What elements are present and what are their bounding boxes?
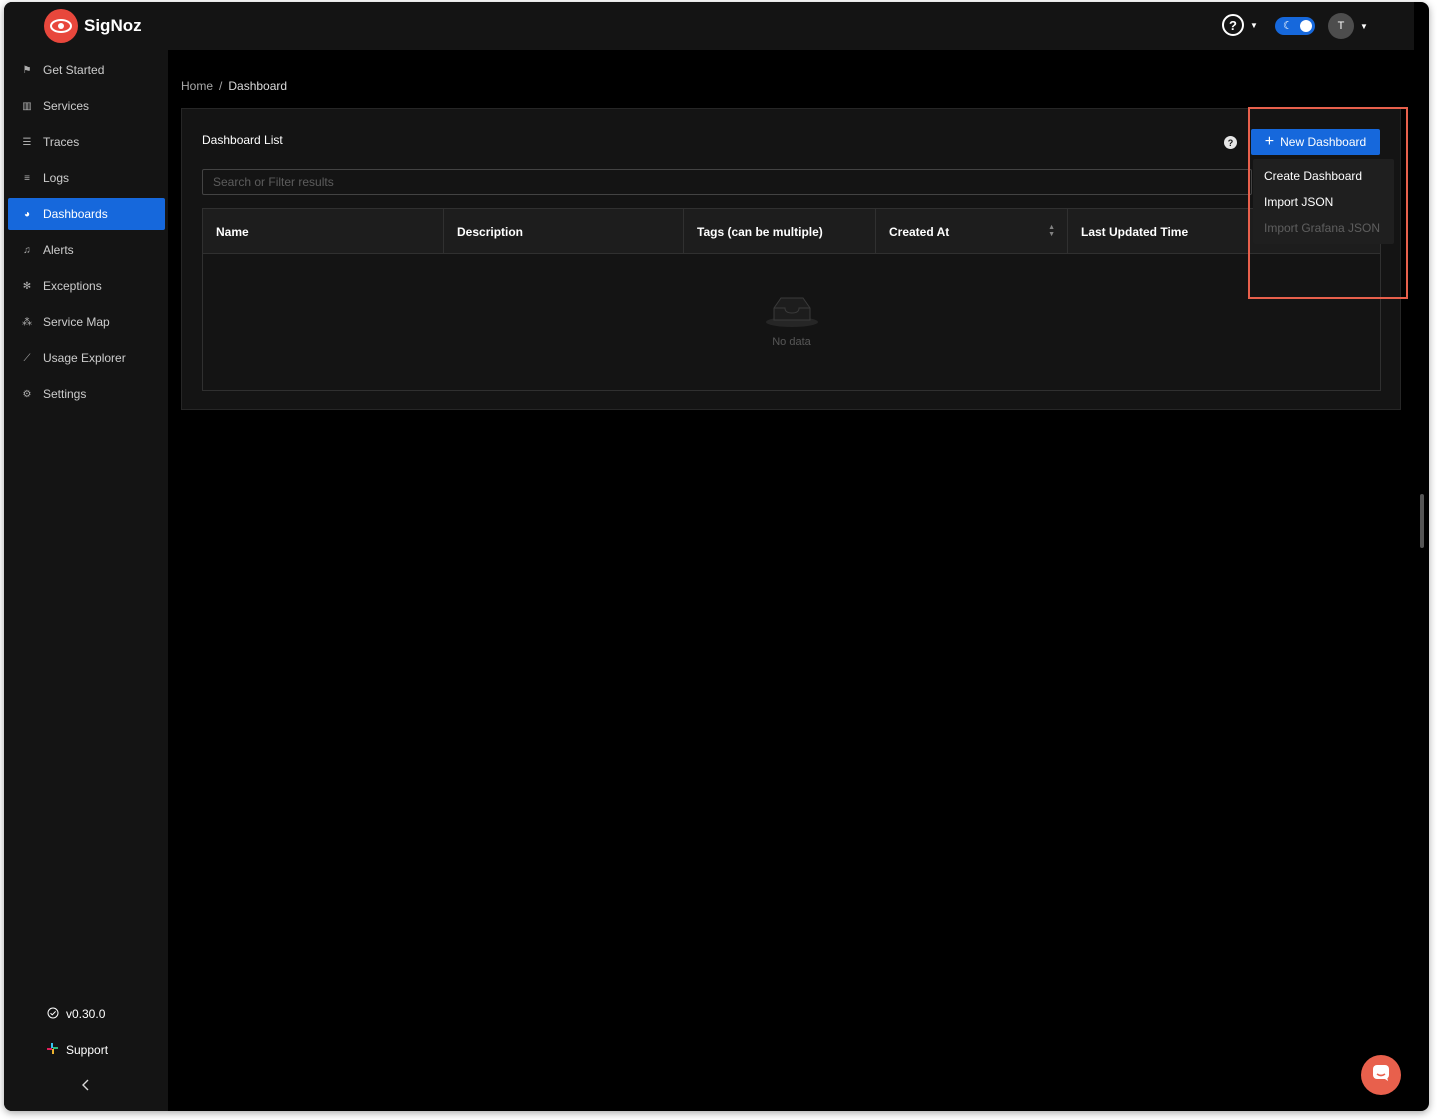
chevron-left-icon	[81, 1078, 91, 1094]
sidebar-item-exceptions[interactable]: ✻ Exceptions	[8, 270, 165, 302]
card-title: Dashboard List	[202, 133, 283, 147]
help-menu[interactable]: ? ▼	[1222, 14, 1258, 36]
sidebar-item-label: Logs	[43, 171, 70, 185]
caret-down-icon: ▼	[1360, 21, 1368, 31]
version-label: v0.30.0	[66, 1007, 106, 1021]
sidebar-item-get-started[interactable]: ⚑ Get Started	[8, 54, 165, 86]
new-dashboard-dropdown: Create Dashboard Import JSON Import Graf…	[1253, 159, 1394, 244]
sidebar-item-label: Services	[43, 99, 90, 113]
logo[interactable]: SigNoz	[44, 9, 142, 43]
sidebar-item-alerts[interactable]: ♫ Alerts	[8, 234, 165, 266]
sidebar-item-label: Alerts	[43, 243, 74, 257]
breadcrumb-home[interactable]: Home	[181, 79, 213, 93]
align-left-icon: ≡	[24, 172, 30, 184]
question-circle-icon[interactable]: ?	[1224, 136, 1237, 149]
scrollbar[interactable]	[1420, 494, 1424, 548]
empty-text: No data	[772, 336, 811, 348]
sidebar-item-traces[interactable]: ☰ Traces	[8, 126, 165, 158]
column-label: Tags (can be multiple)	[697, 224, 823, 239]
alert-icon: ♫	[23, 244, 31, 256]
rocket-icon: ⚑	[22, 64, 32, 76]
dashboard-icon: ◕	[23, 208, 31, 220]
sidebar: SigNoz ⚑ Get Started ▥ Services ☰ Traces…	[4, 2, 168, 1111]
sidebar-item-logs[interactable]: ≡ Logs	[8, 162, 165, 194]
column-label: Description	[457, 224, 524, 239]
deployment-icon: ⁂	[22, 316, 32, 328]
line-chart-icon: ⟋	[23, 352, 31, 364]
sidebar-item-label: Get Started	[43, 63, 105, 77]
collapse-sidebar-button[interactable]	[4, 1078, 168, 1102]
user-menu[interactable]: T ▼	[1328, 13, 1368, 39]
chat-support-button[interactable]	[1361, 1055, 1401, 1095]
column-label: Created At	[889, 224, 950, 239]
sidebar-item-label: Service Map	[43, 315, 110, 329]
chat-icon	[1372, 1064, 1390, 1087]
breadcrumb: Home / Dashboard	[181, 79, 287, 93]
sidebar-nav: ⚑ Get Started ▥ Services ☰ Traces ≡ Logs…	[8, 54, 165, 414]
column-name[interactable]: Name	[203, 209, 444, 254]
menu-item-import-json[interactable]: Import JSON	[1253, 189, 1394, 215]
theme-toggle[interactable]: ☾	[1275, 17, 1315, 35]
column-description[interactable]: Description	[444, 209, 684, 254]
bug-icon: ✻	[22, 280, 32, 292]
app-window: SigNoz ⚑ Get Started ▥ Services ☰ Traces…	[4, 2, 1429, 1111]
signoz-logo-icon	[44, 9, 78, 43]
menu-item-import-grafana-json: Import Grafana JSON	[1264, 221, 1381, 235]
dashboard-list-card: Dashboard List ? + New Dashboard Name De…	[181, 108, 1401, 410]
menu-item-create-dashboard[interactable]: Create Dashboard	[1253, 163, 1394, 189]
slack-icon	[46, 1043, 59, 1057]
table-header: Name Description Tags (can be multiple) …	[203, 209, 1380, 254]
breadcrumb-current: Dashboard	[228, 79, 288, 93]
version-info[interactable]: v0.30.0	[4, 1004, 168, 1024]
avatar: T	[1328, 13, 1354, 39]
sort-icon[interactable]: ▲ ▼	[1048, 224, 1055, 238]
column-label: Last Updated Time	[1081, 224, 1189, 239]
check-circle-icon	[46, 1007, 59, 1022]
sidebar-item-services[interactable]: ▥ Services	[8, 90, 165, 122]
sidebar-item-service-map[interactable]: ⁂ Service Map	[8, 306, 165, 338]
column-tags[interactable]: Tags (can be multiple)	[684, 209, 876, 254]
gear-icon: ⚙	[22, 388, 32, 400]
dashboard-table: Name Description Tags (can be multiple) …	[202, 208, 1381, 391]
plus-icon: +	[1264, 133, 1275, 150]
breadcrumb-separator: /	[219, 79, 223, 93]
moon-icon: ☾	[1283, 20, 1293, 32]
inbox-empty-icon	[765, 292, 819, 333]
app-name: SigNoz	[84, 16, 142, 35]
bar-chart-icon: ▥	[22, 100, 32, 112]
column-label: Name	[216, 224, 249, 239]
search-input[interactable]	[202, 169, 1252, 195]
top-header: ? ▼ ☾ T ▼	[168, 2, 1414, 50]
column-created-at[interactable]: Created At ▲ ▼	[876, 209, 1068, 254]
sidebar-item-label: Dashboards	[43, 207, 108, 221]
menu-lines-icon: ☰	[22, 136, 32, 148]
support-link[interactable]: Support	[4, 1040, 168, 1060]
new-dashboard-button[interactable]: + New Dashboard	[1251, 129, 1380, 155]
support-label: Support	[66, 1043, 109, 1057]
sidebar-item-label: Settings	[43, 387, 87, 401]
question-circle-icon: ?	[1222, 14, 1244, 36]
sidebar-item-label: Usage Explorer	[43, 351, 126, 365]
sidebar-item-label: Traces	[43, 135, 80, 149]
sidebar-item-label: Exceptions	[43, 279, 102, 293]
sidebar-item-settings[interactable]: ⚙ Settings	[8, 378, 165, 410]
toggle-knob	[1300, 20, 1312, 32]
sidebar-item-usage-explorer[interactable]: ⟋ Usage Explorer	[8, 342, 165, 374]
empty-state: No data	[203, 254, 1380, 390]
sidebar-item-dashboards[interactable]: ◕ Dashboards	[8, 198, 165, 230]
new-dashboard-label: New Dashboard	[1280, 135, 1367, 149]
caret-down-icon: ▼	[1250, 20, 1258, 30]
